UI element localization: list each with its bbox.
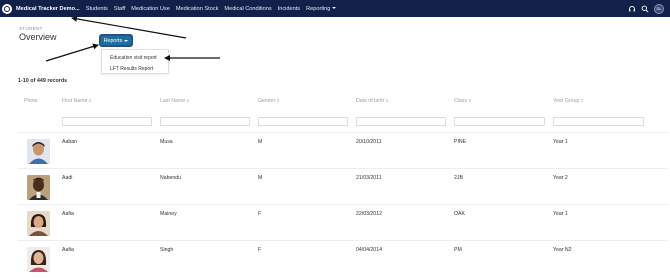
cell-last-name: Singh bbox=[160, 247, 174, 253]
cell-class: OAK bbox=[454, 211, 465, 217]
column-header-label: Class bbox=[454, 98, 467, 104]
cell-first-name: Aafia bbox=[62, 247, 74, 253]
sort-icon: ⇕ bbox=[467, 98, 472, 104]
nav-links: Students Staff Medication Use Medication… bbox=[86, 6, 343, 12]
column-header-date-of-birth[interactable]: Date of birth⇕ bbox=[356, 98, 389, 104]
filter-date-of-birth-input[interactable] bbox=[356, 117, 446, 126]
table-row[interactable]: Aaban Musa M 20/10/2011 PINE Year 1 bbox=[0, 133, 670, 169]
filter-class-input[interactable] bbox=[454, 117, 545, 126]
nav-right-tools: DL bbox=[623, 0, 664, 17]
page-title: Overview bbox=[19, 32, 57, 42]
column-header-year-group[interactable]: Year Group⇕ bbox=[553, 98, 584, 104]
brand[interactable]: Medical Tracker Demo... bbox=[2, 0, 80, 17]
student-photo bbox=[27, 139, 50, 164]
student-photo bbox=[27, 211, 50, 236]
table-row[interactable]: Aafia Mainey F 22/03/2012 OAK Year 1 bbox=[0, 205, 670, 241]
column-header-last-name[interactable]: Last Name⇕ bbox=[160, 98, 189, 104]
headset-icon[interactable] bbox=[628, 5, 636, 13]
column-header-label: Gender bbox=[258, 98, 276, 104]
cell-class: 2JB bbox=[454, 175, 463, 181]
student-photo bbox=[27, 247, 50, 272]
nav-link-medication-stock[interactable]: Medication Stock bbox=[176, 6, 219, 12]
column-header-first-name[interactable]: First Name⇕ bbox=[62, 98, 92, 104]
cell-date-of-birth: 21/03/2011 bbox=[356, 175, 382, 181]
cell-gender: F bbox=[258, 211, 262, 217]
cell-year-group: Year 2 bbox=[553, 175, 568, 181]
cell-last-name: Mainey bbox=[160, 211, 177, 217]
cell-first-name: Aaban bbox=[62, 139, 78, 145]
annotation-arrow bbox=[45, 43, 99, 62]
sort-icon: ⇕ bbox=[580, 98, 584, 104]
cell-class: PM bbox=[454, 247, 462, 253]
column-header-label: First Name bbox=[62, 98, 88, 104]
sort-icon: ⇕ bbox=[385, 98, 389, 104]
reports-button-label: Reports bbox=[103, 37, 123, 44]
column-header-label: Date of birth bbox=[356, 98, 385, 104]
menu-item-lft-results-report[interactable]: LFT Results Report bbox=[110, 66, 153, 72]
chevron-down-icon bbox=[124, 39, 129, 42]
sort-icon: ⇕ bbox=[186, 98, 190, 104]
cell-class: PINE bbox=[454, 139, 467, 145]
cell-last-name: Musa bbox=[160, 139, 173, 145]
app-logo-icon bbox=[2, 3, 12, 14]
nav-link-medical-conditions[interactable]: Medical Conditions bbox=[224, 6, 271, 12]
record-count: 1-10 of 449 records bbox=[18, 78, 68, 84]
table-row[interactable]: Aafia Singh F 04/04/2014 PM Year N2 bbox=[0, 241, 670, 277]
cell-gender: M bbox=[258, 175, 263, 181]
filter-first-name-input[interactable] bbox=[62, 117, 152, 126]
nav-link-incidents[interactable]: Incidents bbox=[278, 6, 300, 12]
cell-date-of-birth: 22/03/2012 bbox=[356, 211, 382, 217]
menu-item-education-visit-report[interactable]: Education visit report bbox=[110, 55, 157, 61]
column-header-photo: Photo bbox=[24, 98, 38, 104]
nav-link-reporting-label: Reporting bbox=[306, 5, 331, 12]
cell-year-group: Year N2 bbox=[553, 247, 572, 253]
cell-gender: F bbox=[258, 247, 262, 253]
cell-first-name: Aafia bbox=[62, 211, 74, 217]
reports-dropdown-menu: Education visit report LFT Results Repor… bbox=[101, 49, 169, 74]
cell-date-of-birth: 20/10/2011 bbox=[356, 139, 382, 145]
sort-icon: ⇕ bbox=[88, 98, 92, 104]
cell-first-name: Aadi bbox=[62, 175, 73, 181]
filter-year-group-input[interactable] bbox=[553, 117, 644, 126]
column-header-label: Last Name bbox=[160, 98, 186, 104]
cell-gender: M bbox=[258, 139, 263, 145]
top-navbar: Medical Tracker Demo... Students Staff M… bbox=[0, 0, 670, 17]
nav-link-reporting[interactable]: Reporting bbox=[306, 5, 337, 12]
search-icon[interactable] bbox=[641, 5, 649, 13]
cell-date-of-birth: 04/04/2014 bbox=[356, 247, 382, 253]
student-photo bbox=[27, 175, 50, 200]
sort-icon: ⇕ bbox=[276, 98, 280, 104]
table-row[interactable]: Aadi Nabendu M 21/03/2011 2JB Year 2 bbox=[0, 169, 670, 205]
user-avatar[interactable]: DL bbox=[654, 3, 664, 14]
column-header-label: Year Group bbox=[553, 98, 580, 104]
nav-link-medication-use[interactable]: Medication Use bbox=[131, 6, 170, 12]
nav-link-students[interactable]: Students bbox=[86, 6, 108, 12]
cell-year-group: Year 1 bbox=[553, 211, 568, 217]
nav-link-staff[interactable]: Staff bbox=[114, 6, 125, 12]
filter-last-name-input[interactable] bbox=[160, 117, 250, 126]
brand-name: Medical Tracker Demo... bbox=[16, 5, 80, 12]
cell-last-name: Nabendu bbox=[160, 175, 182, 181]
column-header-gender[interactable]: Gender⇕ bbox=[258, 98, 280, 104]
reports-button[interactable]: Reports bbox=[100, 35, 132, 46]
chevron-down-icon bbox=[332, 7, 337, 10]
cell-year-group: Year 1 bbox=[553, 139, 568, 145]
page-eyebrow: STUDENT bbox=[19, 26, 43, 31]
filter-gender-input[interactable] bbox=[258, 117, 348, 126]
column-header-class[interactable]: Class⇕ bbox=[454, 98, 471, 104]
